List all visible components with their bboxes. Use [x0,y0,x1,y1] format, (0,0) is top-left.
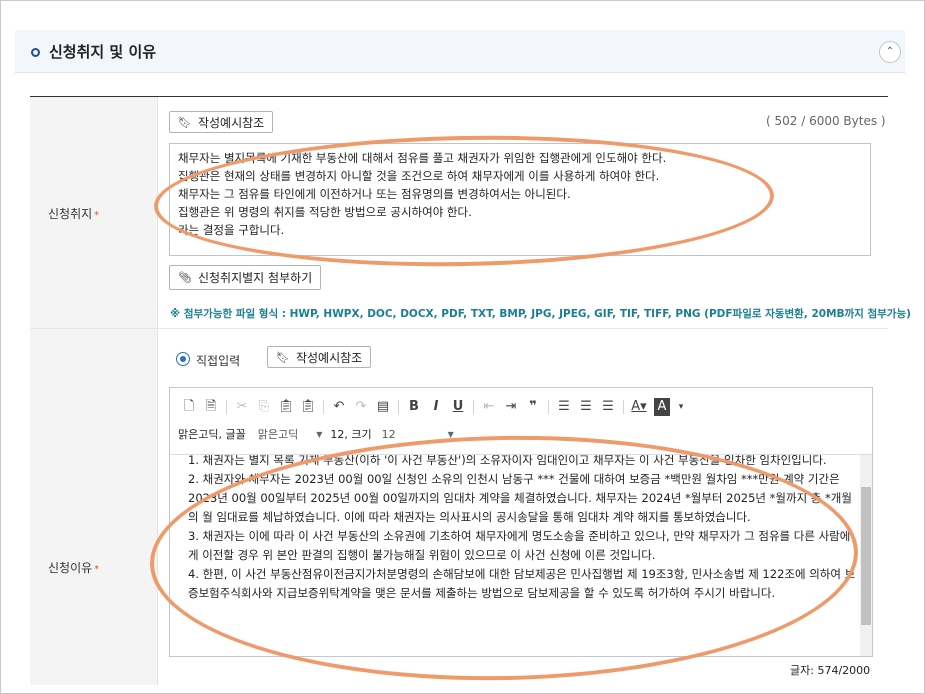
toolbar-separator [473,400,474,414]
purpose-line: 집행관은 현재의 상태를 변경하지 아니할 것을 조건으로 하여 채무자에게 이… [178,169,660,183]
direct-input-label[interactable]: 직접입력 [196,352,240,369]
purpose-line: 채무자는 그 점유를 타인에게 이전하거나 또는 점유명의를 변경하여서는 아니… [178,187,571,201]
new-document-icon[interactable]: 🗋︎ [178,398,200,416]
indent-icon[interactable]: ⇥ [500,398,522,416]
chevron-down-icon[interactable]: ▼ [316,430,322,439]
row-divider [30,328,888,329]
editor-content[interactable]: 1. 채권자는 별지 목록 기재 부동산(이하 '이 사건 부동산')의 소유자… [170,455,858,655]
attach-button[interactable]: 📎︎ 신청취지별지 첨부하기 [169,265,322,290]
toolbar-separator [548,400,549,414]
scrollbar-thumb[interactable] [861,487,871,625]
undo-icon[interactable]: ↶ [328,398,350,416]
section-header: 신청취지 및 이유 ⌃ [15,30,905,73]
outdent-icon[interactable]: ⇤ [478,398,500,416]
section-title: 신청취지 및 이유 [49,43,157,61]
label-cell-reason: 신청이유 * [30,329,158,685]
direct-input-radio[interactable] [176,352,190,366]
toolbar-separator [226,400,227,414]
reason-label-text: 신청이유 [48,561,93,575]
toolbar-separator [323,400,324,414]
reason-paragraph: 2. 채권자와 채무자는 2023년 00월 00일 신청인 소유의 인천시 남… [188,472,852,524]
rich-text-editor[interactable]: 🗋︎ 🗎︎ ✂︎ ⎘ 📋︎ 📋︎ ↶ ↷ ▤ B I U ⇤ ⇥ ❞ ☰ ☰ ☰… [169,387,873,657]
purpose-textarea[interactable]: 채무자는 별지목록에 기재한 부동산에 대해서 점유를 풀고 채권자가 위임한 … [169,143,871,256]
chevron-down-icon[interactable]: ▾ [670,398,692,416]
example-button-reason[interactable]: 🔖︎ 작성예시참조 [267,346,372,368]
bullet-icon [31,48,40,57]
copy-icon[interactable]: ⎘ [253,398,275,416]
example-button-label: 작성예시참조 [197,115,265,130]
align-center-icon[interactable]: ☰ [575,398,597,416]
toolbar-separator [398,400,399,414]
size-label: 12, 크기 [330,428,372,441]
purpose-label-text: 신청취지 [48,207,93,221]
bookmark-icon: 🔖︎ [276,350,290,364]
cut-icon[interactable]: ✂︎ [231,398,253,416]
required-mark: * [94,564,100,575]
background-color-icon[interactable]: A [654,398,670,416]
char-counter: 글자: 574/2000 [790,664,871,677]
preview-icon[interactable]: 🗎︎ [200,398,222,416]
bold-icon[interactable]: B [403,398,425,416]
font-label: 맑은고딕, 글꼴 [178,428,246,441]
purpose-line: 집행관은 위 명령의 취지를 적당한 방법으로 공시하여야 한다. [178,205,472,219]
reason-paragraph: 1. 채권자는 별지 목록 기재 부동산(이하 '이 사건 부동산')의 소유자… [188,455,827,467]
purpose-label: 신청취지 * [48,205,99,222]
align-right-icon[interactable]: ☰ [597,398,619,416]
table-top-border [30,96,888,97]
format-painter-icon[interactable]: ▤ [372,398,394,416]
paste-icon[interactable]: 📋︎ [275,398,297,416]
attach-button-label: 신청취지별지 첨부하기 [197,271,313,285]
blockquote-icon[interactable]: ❞ [522,398,544,416]
reason-paragraph: 4. 한편, 이 사건 부동산점유이전금지가처분명령의 손해담보에 대한 담보제… [188,567,856,600]
byte-counter: ( 502 / 6000 Bytes ) [766,114,886,128]
underline-icon[interactable]: U [447,398,469,416]
example-button-label: 작성예시참조 [295,350,363,365]
paste-text-icon[interactable]: 📋︎ [297,398,319,416]
text-color-icon[interactable]: A▾ [628,398,650,416]
bookmark-icon: 🔖︎ [178,115,192,129]
reason-paragraph: 3. 채권자는 이에 따라 이 사건 부동산의 소유권에 기초하여 채무자에게 … [188,529,851,562]
example-button-purpose[interactable]: 🔖︎ 작성예시참조 [169,111,274,133]
file-format-note: ※ 첨부가능한 파일 형식 : HWP, HWPX, DOC, DOCX, PD… [170,308,911,320]
toolbar-row: 🗋︎ 🗎︎ ✂︎ ⎘ 📋︎ 📋︎ ↶ ↷ ▤ B I U ⇤ ⇥ ❞ ☰ ☰ ☰… [178,398,692,416]
purpose-line: 채무자는 별지목록에 기재한 부동산에 대해서 점유를 풀고 채권자가 위임한 … [178,151,667,165]
required-mark: * [94,210,100,221]
chevron-down-icon[interactable]: ▼ [448,430,454,439]
label-cell-purpose: 신청취지 * [30,97,158,328]
paperclip-icon: 📎︎ [178,271,192,284]
italic-icon[interactable]: I [425,398,447,416]
font-controls: 맑은고딕, 글꼴 맑은고딕 ▼ 12, 크기 12 ▼ [178,426,454,442]
toolbar-separator [623,400,624,414]
editor-scrollbar[interactable] [860,455,872,656]
redo-icon[interactable]: ↷ [350,398,372,416]
reason-label: 신청이유 * [48,559,99,576]
purpose-line: 라는 결정을 구합니다. [178,223,285,237]
font-select[interactable]: 맑은고딕 [258,426,298,442]
align-left-icon[interactable]: ☰ [553,398,575,416]
collapse-icon[interactable]: ⌃ [879,41,901,63]
size-select[interactable]: 12 [382,428,396,441]
editor-toolbar: 🗋︎ 🗎︎ ✂︎ ⎘ 📋︎ 📋︎ ↶ ↷ ▤ B I U ⇤ ⇥ ❞ ☰ ☰ ☰… [170,388,872,455]
